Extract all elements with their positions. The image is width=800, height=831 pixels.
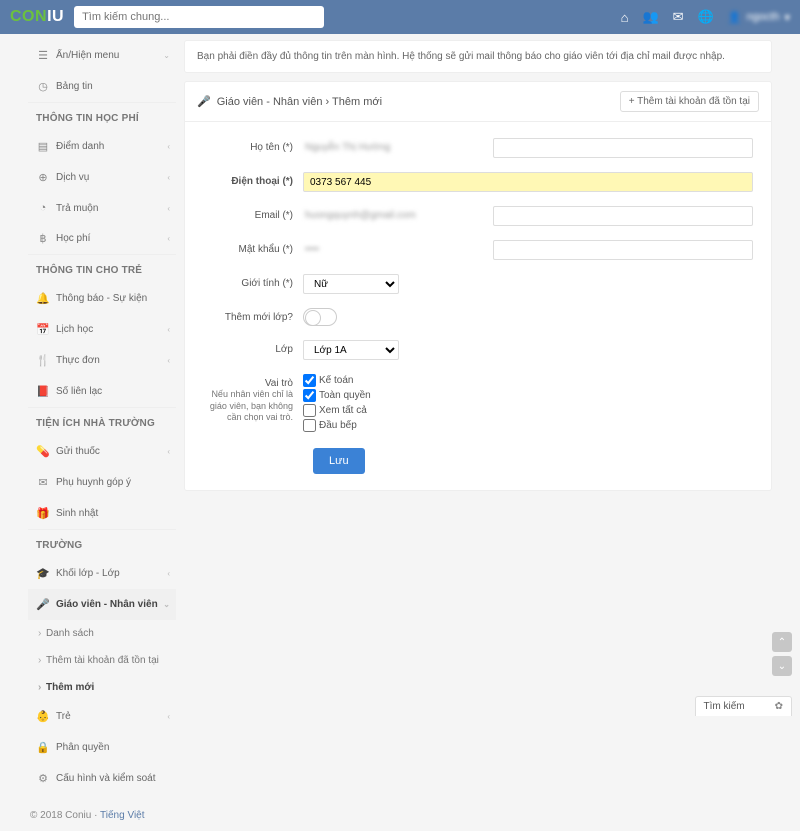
label-role: Vai trò Nếu nhân viên chỉ là giáo viên, …	[203, 374, 303, 424]
sidebar-group-fees: THÔNG TIN HỌC PHÍ	[28, 103, 176, 131]
check-admin[interactable]: Toàn quyền	[303, 389, 371, 402]
bottombar[interactable]: Tìm kiếm ✿	[695, 696, 793, 716]
sidebar-sub-existing[interactable]: Thêm tài khoản đã tồn tại	[28, 647, 176, 674]
sidebar: ☰Ẩn/Hiện menu⌄ ◷Bảng tin THÔNG TIN HỌC P…	[28, 40, 176, 794]
home-icon[interactable]: ⌂	[621, 10, 629, 25]
name-value: Nguyễn Thị Hường	[303, 138, 483, 156]
sidebar-attendance[interactable]: ▤Điểm danh‹	[28, 131, 176, 162]
sidebar-birthday[interactable]: 🎁Sinh nhật	[28, 498, 176, 529]
globe-icon[interactable]: 🌐	[698, 9, 714, 25]
scroll-down-button[interactable]: ⌄	[772, 656, 792, 676]
menu-icon: ☰	[36, 49, 50, 62]
label-addclass: Thêm mới lớp?	[203, 308, 303, 323]
gear-icon: ⚙	[36, 772, 50, 785]
chevron-down-icon: ⌄	[163, 51, 170, 60]
phone-input[interactable]	[303, 172, 753, 192]
bottom-search-label: Tìm kiếm	[704, 701, 745, 712]
save-button[interactable]: Lưu	[313, 448, 365, 474]
book-icon: 📕	[36, 385, 50, 398]
topbar: CONIU ⌂ 👥 ✉ 🌐 👤 ngocth ▾	[0, 0, 800, 34]
calendar-icon: 📅	[36, 323, 50, 336]
password-value: ••••	[303, 240, 483, 258]
gift-icon: 🎁	[36, 507, 50, 520]
sidebar-group-utilities: TIỆN ÍCH NHÀ TRƯỜNG	[28, 408, 176, 436]
label-name: Họ tên (*)	[203, 138, 303, 153]
globe-icon: ⊕	[36, 171, 50, 184]
lang-link[interactable]: Tiếng Việt	[100, 810, 144, 821]
child-icon: 👶	[36, 710, 50, 723]
lock-icon: 🔒	[36, 741, 50, 754]
sidebar-permissions[interactable]: 🔒Phân quyền	[28, 732, 176, 763]
label-email: Email (*)	[203, 206, 303, 221]
chat-icon[interactable]: ✉	[673, 9, 684, 25]
mail-icon: ✉	[36, 476, 50, 489]
sidebar-settings[interactable]: ⚙Cấu hình và kiểm soát	[28, 763, 176, 794]
money-icon: ฿	[36, 232, 50, 245]
sidebar-sub-list[interactable]: Danh sách	[28, 620, 176, 647]
check-chef[interactable]: Đầu bếp	[303, 419, 371, 432]
panel-title: Giáo viên - Nhân viên › Thêm mới	[217, 96, 382, 108]
sidebar-medicine[interactable]: 💊Gửi thuốc‹	[28, 436, 176, 467]
list-icon: ▤	[36, 140, 50, 153]
role-checks: Kế toán Toàn quyền Xem tất cả Đầu bếp	[303, 374, 371, 434]
global-search	[74, 6, 324, 28]
sidebar-classes[interactable]: 🎓Khối lớp - Lớp‹	[28, 558, 176, 589]
label-password: Mật khẩu (*)	[203, 240, 303, 255]
search-input[interactable]	[74, 6, 324, 28]
label-gender: Giới tính (*)	[203, 274, 303, 289]
gear-icon[interactable]: ✿	[775, 701, 783, 712]
check-viewall[interactable]: Xem tất cả	[303, 404, 371, 417]
check-accountant[interactable]: Kế toán	[303, 374, 371, 387]
sidebar-contacts[interactable]: 📕Số liên lạc	[28, 376, 176, 407]
gauge-icon: ◷	[36, 80, 50, 93]
name-input-secondary[interactable]	[493, 138, 753, 158]
form-panel: 🎤 Giáo viên - Nhân viên › Thêm mới + Thê…	[184, 81, 772, 491]
label-class: Lớp	[203, 340, 303, 355]
gender-select[interactable]: Nữ	[303, 274, 399, 294]
panel-header: 🎤 Giáo viên - Nhân viên › Thêm mới + Thê…	[185, 82, 771, 122]
class-select[interactable]: Lớp 1A	[303, 340, 399, 360]
chevron-down-icon: ⌄	[163, 600, 170, 609]
sidebar-group-children: THÔNG TIN CHO TRẺ	[28, 255, 176, 283]
scroll-buttons: ⌃ ⌄	[772, 632, 792, 676]
clock-icon: ◔	[36, 202, 50, 214]
mic-icon: 🎤	[36, 598, 50, 611]
email-input-secondary[interactable]	[493, 206, 753, 226]
graduation-icon: 🎓	[36, 567, 50, 580]
addclass-toggle[interactable]	[303, 308, 337, 326]
sidebar-group-school: TRƯỜNG	[28, 530, 176, 558]
logo[interactable]: CONIU	[10, 8, 64, 26]
main-content: Bạn phải điền đầy đủ thông tin trên màn …	[184, 40, 772, 794]
sidebar-feedback[interactable]: ✉Phụ huynh góp ý	[28, 467, 176, 498]
users-icon[interactable]: 👥	[642, 9, 658, 25]
password-input-secondary[interactable]	[493, 240, 753, 260]
sidebar-schedule[interactable]: 📅Lịch học‹	[28, 314, 176, 345]
sidebar-children[interactable]: 👶Trẻ‹	[28, 701, 176, 732]
user-menu[interactable]: 👤 ngocth ▾	[728, 11, 790, 24]
sidebar-sub-new[interactable]: Thêm mới	[28, 674, 176, 701]
sidebar-tuition[interactable]: ฿Học phí‹	[28, 223, 176, 254]
sidebar-notifications[interactable]: 🔔Thông báo - Sự kiện	[28, 283, 176, 314]
add-existing-button[interactable]: + Thêm tài khoản đã tồn tại	[620, 91, 759, 112]
footer: © 2018 Coniu · Tiếng Việt	[0, 800, 800, 831]
email-value: huongquynh@gmail.com	[303, 206, 483, 224]
sidebar-dashboard[interactable]: ◷Bảng tin	[28, 71, 176, 102]
sidebar-toggle[interactable]: ☰Ẩn/Hiện menu⌄	[28, 40, 176, 71]
mic-icon: 🎤	[197, 95, 211, 108]
scroll-up-button[interactable]: ⌃	[772, 632, 792, 652]
pill-icon: 💊	[36, 445, 50, 458]
sidebar-teachers[interactable]: 🎤Giáo viên - Nhân viên⌄	[28, 589, 176, 620]
cutlery-icon: 🍴	[36, 354, 50, 367]
sidebar-menu[interactable]: 🍴Thực đơn‹	[28, 345, 176, 376]
label-phone: Điện thoại (*)	[203, 172, 303, 187]
top-icons: ⌂ 👥 ✉ 🌐 👤 ngocth ▾	[621, 9, 790, 25]
sidebar-late[interactable]: ◔Trả muộn‹	[28, 193, 176, 223]
bell-icon: 🔔	[36, 292, 50, 305]
sidebar-services[interactable]: ⊕Dịch vụ‹	[28, 162, 176, 193]
info-alert: Bạn phải điền đầy đủ thông tin trên màn …	[184, 40, 772, 73]
